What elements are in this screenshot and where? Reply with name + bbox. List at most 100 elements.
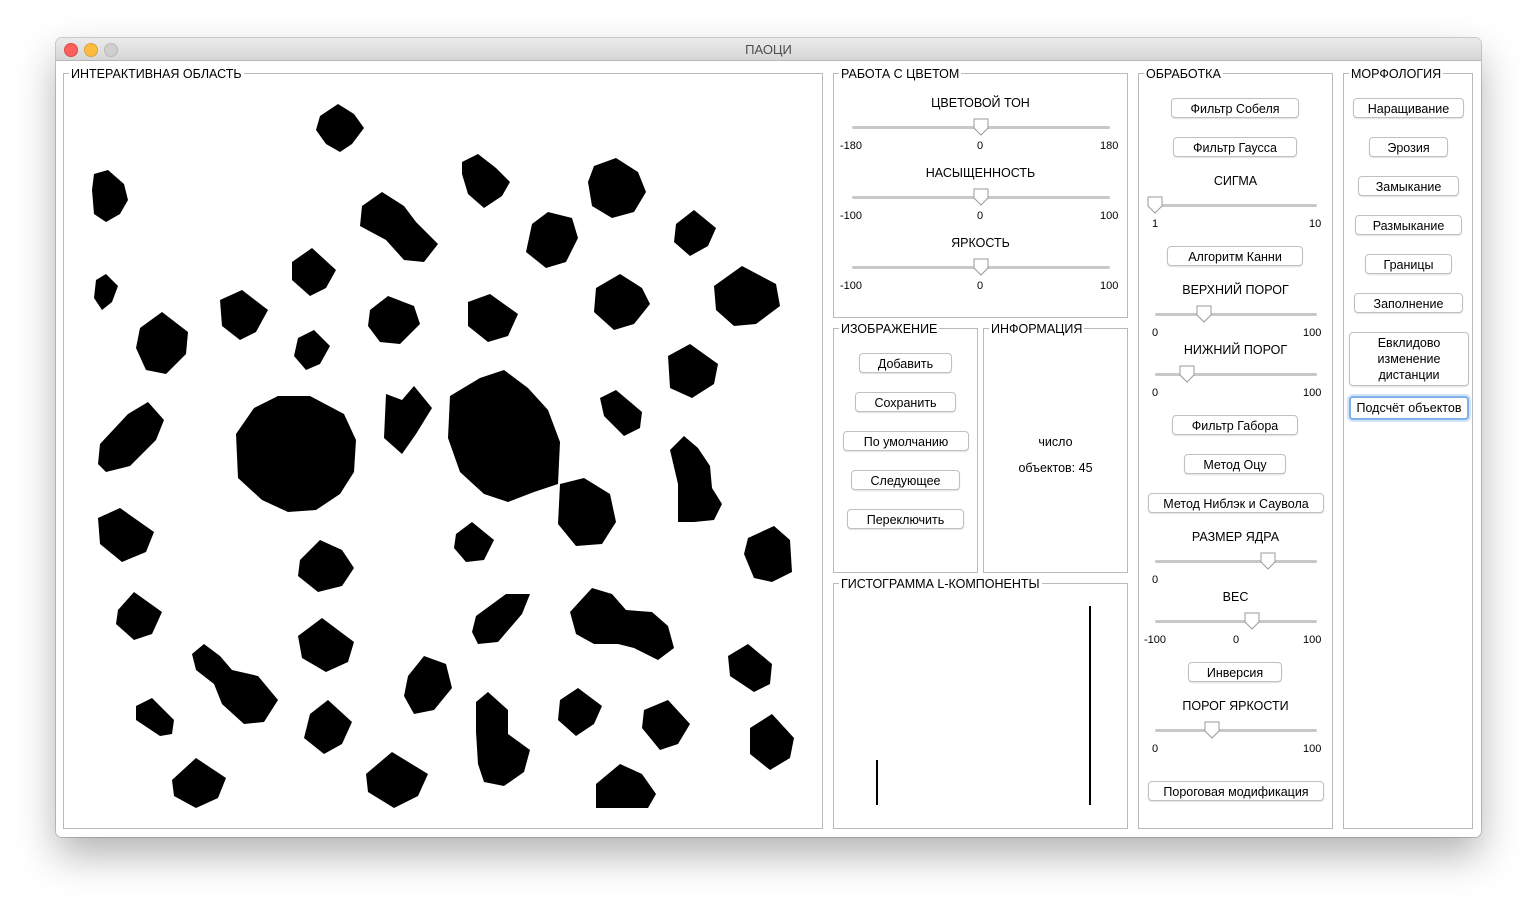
morphology-panel: МОРФОЛОГИЯ Наращивание Эрозия Замыкание … — [1343, 67, 1473, 829]
slider-thumb[interactable] — [1260, 552, 1276, 570]
kernel-size-label: РАЗМЕР ЯДРА — [1191, 530, 1280, 544]
blob — [570, 588, 674, 660]
blob — [454, 522, 494, 562]
upper-threshold-max: 100 — [1303, 327, 1322, 339]
upper-threshold-slider[interactable] — [1155, 303, 1317, 327]
blob — [384, 386, 432, 454]
blob — [136, 698, 174, 736]
borders-button[interactable]: Границы — [1365, 254, 1452, 274]
opening-button[interactable]: Размыкание — [1355, 215, 1462, 235]
add-button[interactable]: Добавить — [859, 353, 952, 373]
threshold-modification-button[interactable]: Пороговая модификация — [1148, 781, 1324, 801]
inversion-button[interactable]: Инверсия — [1188, 662, 1282, 682]
brightness-slider[interactable] — [852, 256, 1110, 280]
slider-thumb[interactable] — [973, 188, 989, 206]
sigma-slider[interactable] — [1147, 194, 1317, 218]
fill-button[interactable]: Заполнение — [1354, 293, 1463, 313]
blob — [292, 248, 336, 296]
slider-thumb[interactable] — [1196, 305, 1212, 323]
blob — [192, 644, 278, 724]
histogram-chart — [876, 606, 1091, 805]
info-panel: ИНФОРМАЦИЯ число объектов: 45 — [983, 322, 1128, 573]
slider-thumb[interactable] — [973, 118, 989, 136]
blob — [304, 700, 352, 754]
saturation-slider[interactable] — [852, 186, 1110, 210]
kernel-size-slider[interactable] — [1155, 550, 1317, 574]
slider-track — [1155, 313, 1317, 316]
blob — [236, 396, 356, 512]
hue-label: ЦВЕТОВОЙ ТОН — [931, 96, 1030, 110]
hue-min: -180 — [840, 140, 863, 152]
sigma-label: СИГМА — [1213, 174, 1258, 188]
slider-track — [1155, 729, 1317, 732]
image-panel: ИЗОБРАЖЕНИЕ Добавить Сохранить По умолча… — [833, 322, 978, 573]
sobel-filter-button[interactable]: Фильтр Собеля — [1171, 98, 1299, 118]
blob — [368, 296, 420, 344]
canny-button[interactable]: Алгоритм Канни — [1167, 246, 1303, 266]
slider-track — [1155, 620, 1317, 623]
sigma-max: 10 — [1309, 218, 1322, 230]
euclidean-distance-button[interactable]: Евклидово изменение дистанции — [1349, 332, 1469, 386]
histogram-panel: ГИСТОГРАММА L-КОМПОНЕНТЫ — [833, 577, 1128, 829]
blob — [588, 158, 646, 218]
blob — [594, 274, 650, 330]
blob — [744, 526, 792, 582]
saturation-label: НАСЫЩЕННОСТЬ — [925, 166, 1036, 180]
blob — [98, 508, 154, 562]
blob — [172, 758, 226, 808]
blob — [670, 436, 722, 522]
blob — [750, 714, 794, 770]
blob — [472, 594, 530, 644]
blob — [298, 618, 354, 672]
otsu-button[interactable]: Метод Оцу — [1184, 454, 1286, 474]
saturation-max: 100 — [1100, 210, 1119, 222]
lower-threshold-label: НИЖНИЙ ПОРОГ — [1183, 343, 1288, 357]
blob — [316, 104, 364, 152]
save-button[interactable]: Сохранить — [855, 392, 956, 412]
slider-thumb[interactable] — [1204, 721, 1220, 739]
brightness-max: 100 — [1100, 280, 1119, 292]
closing-button[interactable]: Замыкание — [1358, 176, 1459, 196]
weight-slider[interactable] — [1155, 610, 1317, 634]
hue-slider[interactable] — [852, 116, 1110, 140]
brightness-threshold-slider[interactable] — [1155, 719, 1317, 743]
blob — [462, 154, 510, 208]
kernel-size-min: 0 — [1152, 574, 1159, 586]
dilation-button[interactable]: Наращивание — [1353, 98, 1464, 118]
gabor-filter-button[interactable]: Фильтр Габора — [1172, 415, 1298, 435]
processing-panel: ОБРАБОТКА Фильтр Собеля Фильтр Гаусса СИ… — [1138, 67, 1333, 829]
lower-threshold-max: 100 — [1303, 387, 1322, 399]
blob — [668, 344, 718, 398]
slider-track — [1155, 560, 1317, 563]
blob — [220, 290, 268, 340]
slider-thumb[interactable] — [1179, 365, 1195, 383]
next-button[interactable]: Следующее — [851, 470, 960, 490]
count-objects-button[interactable]: Подсчёт объектов — [1349, 396, 1469, 420]
blob — [98, 402, 164, 472]
binary-image-canvas[interactable] — [64, 74, 822, 828]
image-panel-title: ИЗОБРАЖЕНИЕ — [839, 322, 940, 336]
brightness-mid: 0 — [977, 280, 984, 292]
blob — [526, 212, 578, 268]
slider-thumb[interactable] — [1244, 612, 1260, 630]
blob — [714, 266, 780, 326]
switch-button[interactable]: Переключить — [847, 509, 964, 529]
sigma-min: 1 — [1152, 218, 1159, 230]
erosion-button[interactable]: Эрозия — [1369, 137, 1448, 157]
object-count-line2: объектов: 45 — [1018, 461, 1093, 475]
lower-threshold-slider[interactable] — [1155, 363, 1317, 387]
gauss-filter-button[interactable]: Фильтр Гаусса — [1173, 137, 1297, 157]
brightness-threshold-label: ПОРОГ ЯРКОСТИ — [1182, 699, 1289, 713]
slider-thumb[interactable] — [973, 258, 989, 276]
blob — [94, 274, 118, 310]
app-window: ПАОЦИ ИНТЕРАКТИВНАЯ ОБЛАСТЬ РАБОТА С ЦВЕ… — [56, 38, 1481, 837]
default-button[interactable]: По умолчанию — [843, 431, 969, 451]
color-panel-title: РАБОТА С ЦВЕТОМ — [839, 67, 962, 81]
slider-thumb[interactable] — [1147, 196, 1163, 214]
color-panel: РАБОТА С ЦВЕТОМ ЦВЕТОВОЙ ТОН -180 0 180 … — [833, 67, 1128, 318]
blob — [448, 370, 560, 502]
blob — [116, 592, 162, 640]
window-title: ПАОЦИ — [745, 42, 792, 57]
info-panel-title: ИНФОРМАЦИЯ — [989, 322, 1085, 336]
niblack-sauvola-button[interactable]: Метод Ниблэк и Саувола — [1148, 493, 1324, 513]
